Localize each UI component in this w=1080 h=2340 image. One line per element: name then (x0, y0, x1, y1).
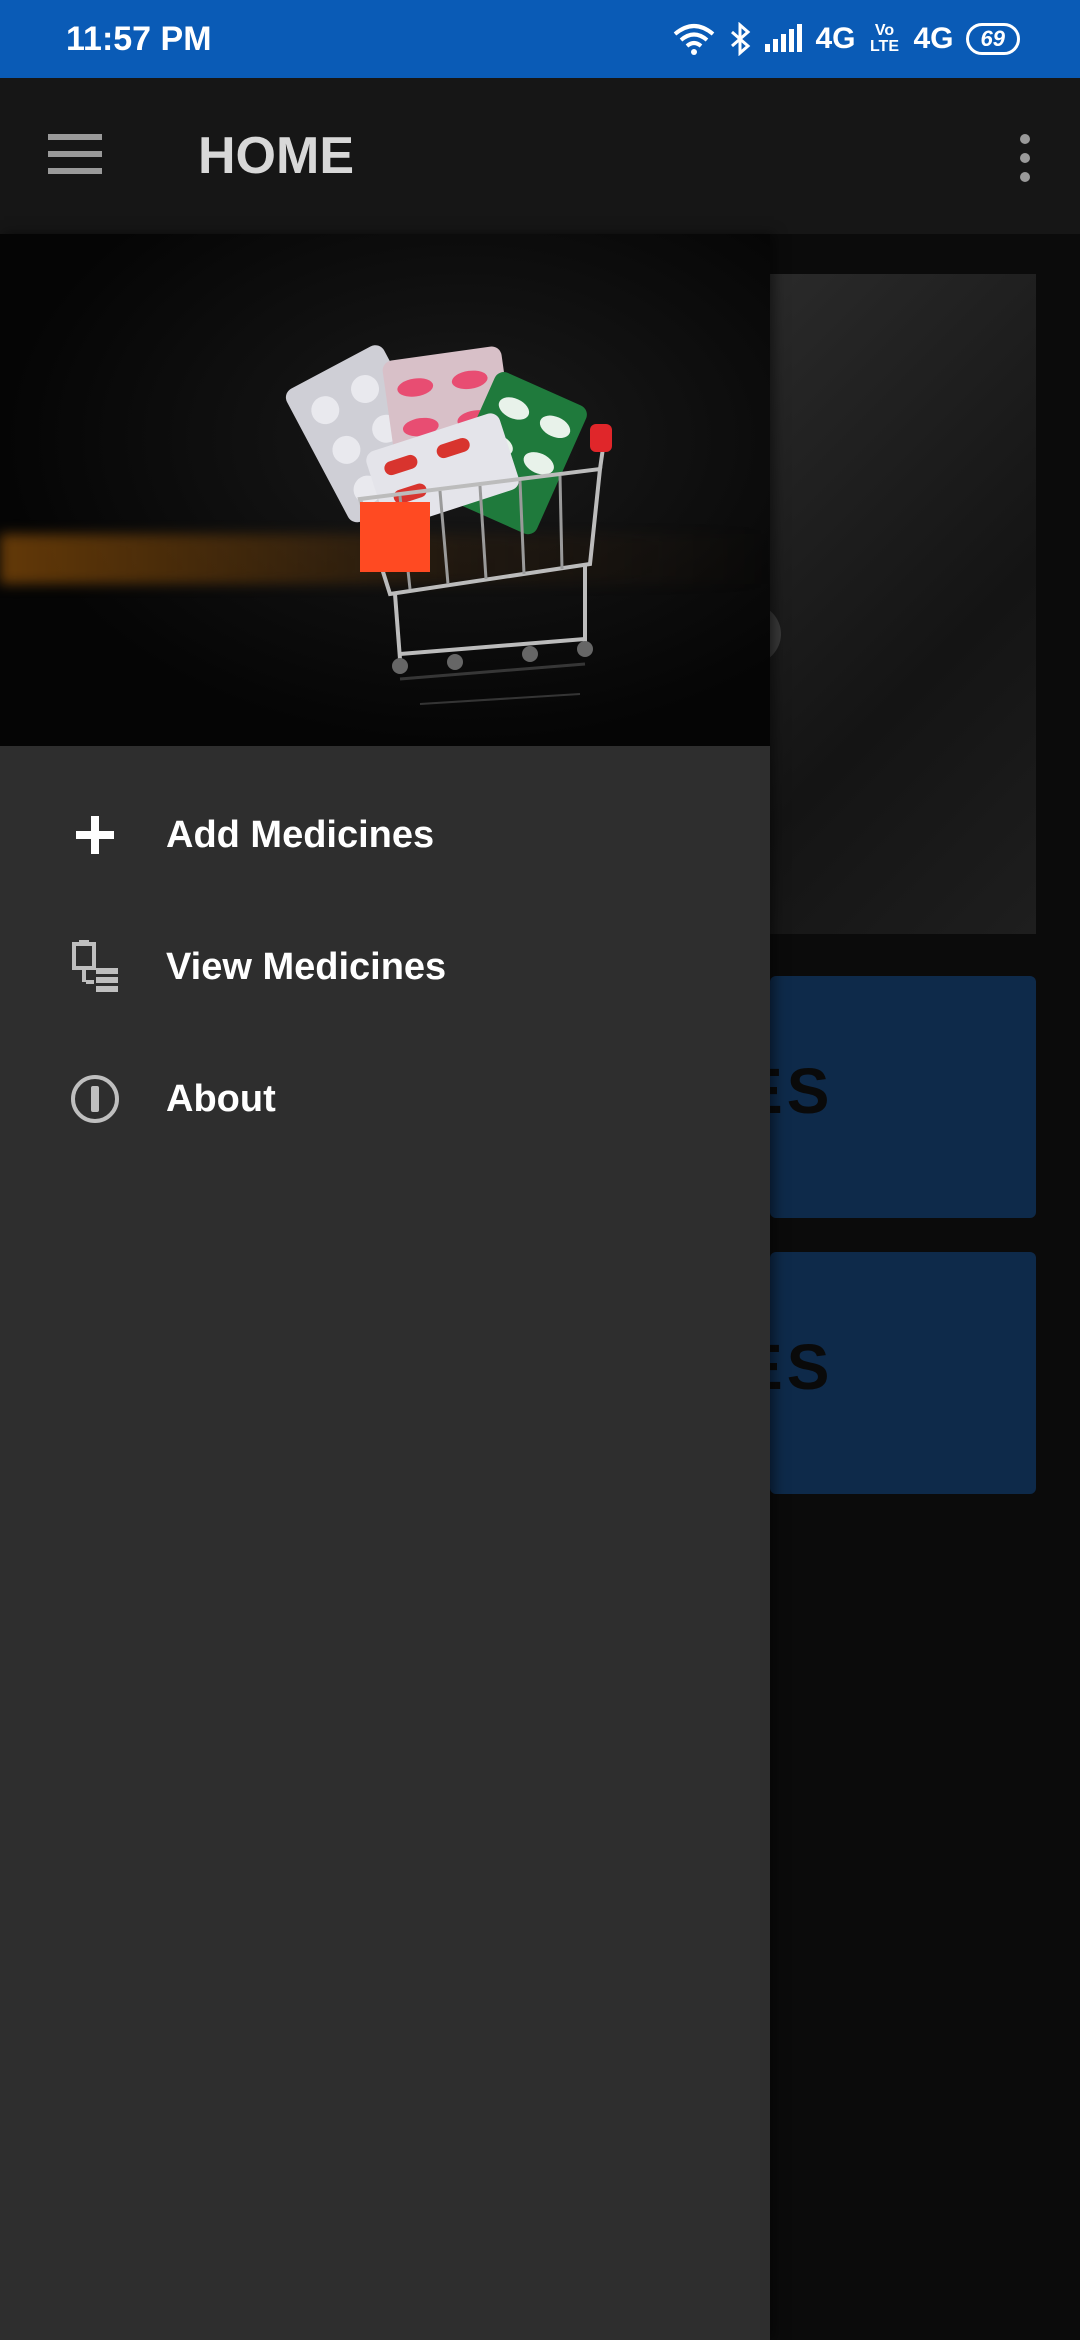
plus-icon (76, 816, 114, 854)
drawer-item-label: Add Medicines (166, 814, 435, 856)
status-bar: 11:57 PM 4G Vo LTE 4G 69 (0, 0, 1080, 78)
status-time: 11:57 PM (66, 20, 212, 58)
info-icon (71, 1075, 119, 1123)
network-type-1: 4G (815, 22, 856, 55)
home-card-view-medicines: ES (740, 1252, 1036, 1494)
wifi-icon (674, 24, 715, 55)
volte-indicator: Vo LTE (869, 22, 899, 55)
bluetooth-icon (731, 22, 751, 56)
page-title: HOME (198, 127, 354, 185)
drawer-item-view-medicines[interactable]: View Medicines (0, 902, 770, 1034)
network-type-2: 4G (913, 22, 954, 55)
medicine-cart-image (285, 345, 612, 705)
navigation-drawer: Add Medicines View Medicines About (0, 234, 770, 2340)
app-bar: HOME (0, 78, 1080, 234)
home-card-add-medicines: ES (740, 976, 1036, 1218)
status-icons: 4G Vo LTE 4G 69 (671, 18, 1020, 60)
drawer-header-image (0, 234, 770, 746)
drawer-item-label: View Medicines (166, 946, 447, 988)
hamburger-menu-icon[interactable] (48, 134, 108, 178)
battery-indicator: 69 (965, 23, 1020, 55)
drawer-item-add-medicines[interactable]: Add Medicines (0, 770, 770, 902)
more-vertical-icon[interactable] (1012, 134, 1036, 182)
drawer-item-about[interactable]: About (0, 1034, 770, 1166)
signal-icon (765, 24, 803, 52)
home-banner-image (770, 274, 1036, 934)
drawer-item-label: About (166, 1078, 276, 1120)
list-icon (72, 940, 118, 992)
